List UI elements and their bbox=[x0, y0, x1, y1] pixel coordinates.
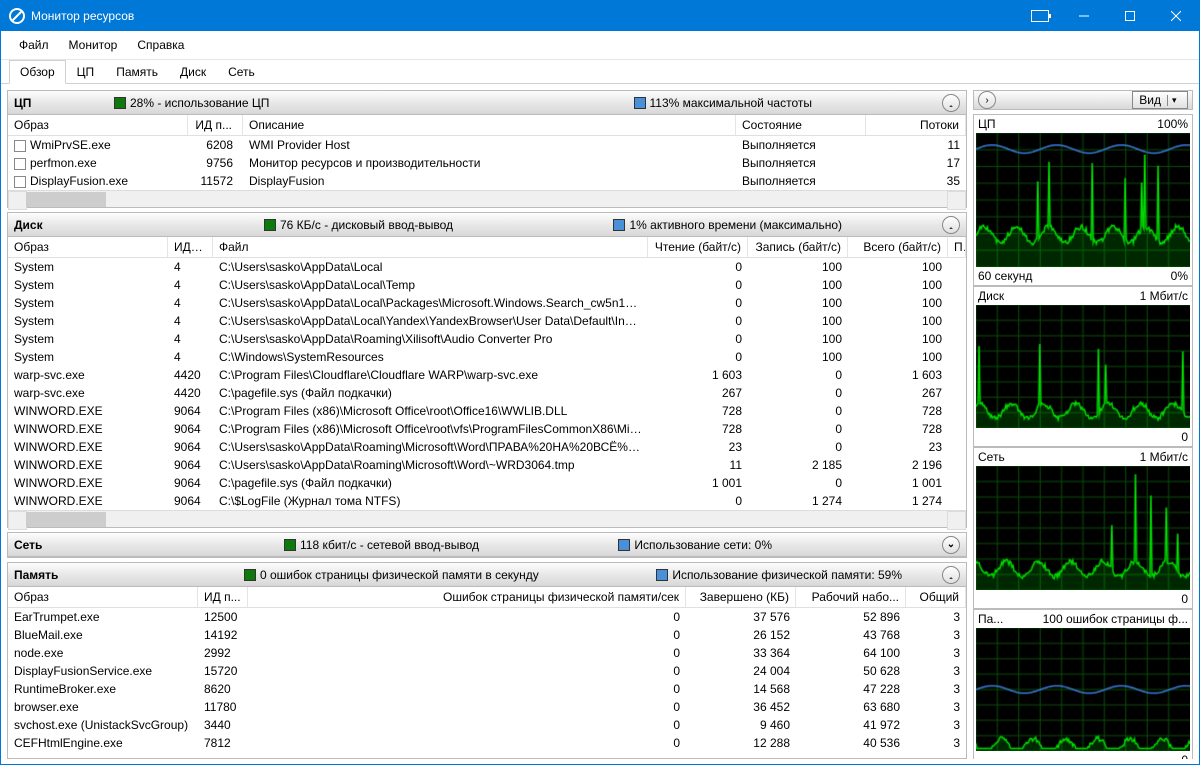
chevron-up-icon[interactable]: ꞈ bbox=[942, 566, 960, 584]
disk-title: Диск bbox=[14, 218, 114, 232]
memory-title: Память bbox=[14, 568, 114, 582]
tab-overview[interactable]: Обзор bbox=[9, 60, 66, 84]
chart-0: ЦП100% 60 секунд0% bbox=[973, 114, 1193, 286]
square-blue-icon bbox=[618, 539, 630, 551]
table-row[interactable]: warp-svc.exe4420 C:\Program Files\Cloudf… bbox=[8, 366, 966, 384]
table-row[interactable]: System4 C:\Users\sasko\AppData\Local\Yan… bbox=[8, 312, 966, 330]
cpu-title: ЦП bbox=[14, 96, 114, 110]
disk-header[interactable]: Диск 76 КБ/с - дисковый ввод-вывод 1% ак… bbox=[8, 213, 966, 237]
table-row[interactable]: warp-svc.exe4420 C:\pagefile.sys (Файл п… bbox=[8, 384, 966, 402]
square-green-icon bbox=[284, 539, 296, 551]
charts-sidebar: › Вид▾ ЦП100% 60 секунд0% Диск1 Мбит/с 0… bbox=[973, 90, 1193, 759]
menu-monitor[interactable]: Монитор bbox=[59, 35, 128, 55]
table-row[interactable]: BlueMail.exe14192 026 152 43 7683 bbox=[8, 626, 966, 644]
table-row[interactable]: System4 C:\Users\sasko\AppData\Local\Pac… bbox=[8, 294, 966, 312]
table-row[interactable]: WINWORD.EXE9064 C:\Program Files (x86)\M… bbox=[8, 402, 966, 420]
chevron-up-icon[interactable]: ꞈ bbox=[942, 94, 960, 112]
cpu-table-body[interactable]: WmiPrvSE.exe 6208WMI Provider Host Выпол… bbox=[8, 136, 966, 190]
chart-canvas bbox=[976, 305, 1190, 428]
chart-canvas bbox=[976, 628, 1190, 751]
square-green-icon bbox=[264, 219, 276, 231]
chart-canvas bbox=[976, 466, 1190, 589]
table-row[interactable]: System4 C:\Windows\SystemResources0 1001… bbox=[8, 348, 966, 366]
chevron-right-icon[interactable]: › bbox=[978, 91, 996, 109]
square-blue-icon bbox=[656, 569, 668, 581]
checkbox[interactable] bbox=[14, 140, 26, 152]
view-button[interactable]: Вид▾ bbox=[1132, 91, 1188, 109]
charts-header: › Вид▾ bbox=[973, 90, 1193, 110]
network-panel: Сеть 118 кбит/с - сетевой ввод-вывод Исп… bbox=[7, 532, 967, 558]
cpu-header[interactable]: ЦП 28% - использование ЦП 113% максималь… bbox=[8, 91, 966, 115]
checkbox[interactable] bbox=[14, 158, 26, 170]
memory-header[interactable]: Память 0 ошибок страницы физической памя… bbox=[8, 563, 966, 587]
dropdown-icon: ▾ bbox=[1167, 95, 1181, 106]
memory-panel: Память 0 ошибок страницы физической памя… bbox=[7, 562, 967, 759]
close-button[interactable] bbox=[1153, 1, 1199, 31]
table-row[interactable]: DisplayFusionService.exe15720 024 004 50… bbox=[8, 662, 966, 680]
chart-canvas bbox=[976, 133, 1190, 267]
table-row[interactable]: WINWORD.EXE9064 C:\pagefile.sys (Файл по… bbox=[8, 474, 966, 492]
table-row[interactable]: EarTrumpet.exe12500 037 576 52 8963 bbox=[8, 608, 966, 626]
cpu-panel: ЦП 28% - использование ЦП 113% максималь… bbox=[7, 90, 967, 208]
tab-memory[interactable]: Память bbox=[105, 60, 169, 84]
disk-table-body[interactable]: System4 C:\Users\sasko\AppData\Local0 10… bbox=[8, 258, 966, 510]
table-row[interactable]: WINWORD.EXE9064 C:\Users\sasko\AppData\R… bbox=[8, 456, 966, 474]
memory-columns[interactable]: Образ ИД п... Ошибок страницы физической… bbox=[8, 587, 966, 608]
titlebar: Монитор ресурсов bbox=[1, 1, 1199, 31]
square-green-icon bbox=[244, 569, 256, 581]
network-header[interactable]: Сеть 118 кбит/с - сетевой ввод-вывод Исп… bbox=[8, 533, 966, 557]
table-row[interactable]: WINWORD.EXE9064 C:\Users\sasko\AppData\R… bbox=[8, 438, 966, 456]
app-icon bbox=[9, 8, 25, 24]
minimize-button[interactable] bbox=[1061, 1, 1107, 31]
table-row[interactable]: DisplayFusion.exe 11572DisplayFusion Вып… bbox=[8, 172, 966, 190]
disk-columns[interactable]: Образ ИД п... Файл Чтение (байт/с) Запис… bbox=[8, 237, 966, 258]
maximize-button[interactable] bbox=[1107, 1, 1153, 31]
tabbar: Обзор ЦП Память Диск Сеть bbox=[1, 60, 1199, 84]
table-row[interactable]: svchost.exe (UnistackSvcGroup)3440 09 46… bbox=[8, 716, 966, 734]
square-blue-icon bbox=[613, 219, 625, 231]
table-row[interactable]: RuntimeBroker.exe8620 014 568 47 2283 bbox=[8, 680, 966, 698]
chevron-down-icon[interactable]: ⌄ bbox=[942, 536, 960, 554]
square-green-icon bbox=[114, 97, 126, 109]
disk-panel: Диск 76 КБ/с - дисковый ввод-вывод 1% ак… bbox=[7, 212, 967, 528]
chart-2: Сеть1 Мбит/с 0 bbox=[973, 447, 1193, 608]
memory-table-body[interactable]: EarTrumpet.exe12500 037 576 52 8963 Blue… bbox=[8, 608, 966, 752]
tab-network[interactable]: Сеть bbox=[217, 60, 266, 84]
chart-1: Диск1 Мбит/с 0 bbox=[973, 286, 1193, 447]
checkbox[interactable] bbox=[14, 176, 26, 188]
network-title: Сеть bbox=[14, 538, 114, 552]
tab-disk[interactable]: Диск bbox=[169, 60, 217, 84]
window-title: Монитор ресурсов bbox=[31, 9, 1031, 23]
menu-help[interactable]: Справка bbox=[127, 35, 194, 55]
scrollbar[interactable] bbox=[8, 510, 966, 527]
battery-icon bbox=[1031, 10, 1049, 22]
menubar: Файл Монитор Справка bbox=[1, 31, 1199, 60]
scrollbar[interactable] bbox=[8, 190, 966, 207]
table-row[interactable]: CEFHtmlEngine.exe7812 012 288 40 5363 bbox=[8, 734, 966, 752]
table-row[interactable]: System4 C:\Users\sasko\AppData\Local0 10… bbox=[8, 258, 966, 276]
table-row[interactable]: WINWORD.EXE9064 C:\Program Files (x86)\M… bbox=[8, 420, 966, 438]
table-row[interactable]: System4 C:\Users\sasko\AppData\Local\Tem… bbox=[8, 276, 966, 294]
menu-file[interactable]: Файл bbox=[9, 35, 59, 55]
table-row[interactable]: WmiPrvSE.exe 6208WMI Provider Host Выпол… bbox=[8, 136, 966, 154]
chart-3: Па...100 ошибок страницы ф... 0 bbox=[973, 609, 1193, 759]
cpu-columns[interactable]: Образ ИД п... Описание Состояние Потоки bbox=[8, 115, 966, 136]
chevron-up-icon[interactable]: ꞈ bbox=[942, 216, 960, 234]
table-row[interactable]: WINWORD.EXE9064 C:\$LogFile (Журнал тома… bbox=[8, 492, 966, 510]
table-row[interactable]: node.exe2992 033 364 64 1003 bbox=[8, 644, 966, 662]
table-row[interactable]: browser.exe11780 036 452 63 6803 bbox=[8, 698, 966, 716]
tab-cpu[interactable]: ЦП bbox=[66, 60, 106, 84]
square-blue-icon bbox=[634, 97, 646, 109]
table-row[interactable]: perfmon.exe 9756Монитор ресурсов и произ… bbox=[8, 154, 966, 172]
table-row[interactable]: System4 C:\Users\sasko\AppData\Roaming\X… bbox=[8, 330, 966, 348]
